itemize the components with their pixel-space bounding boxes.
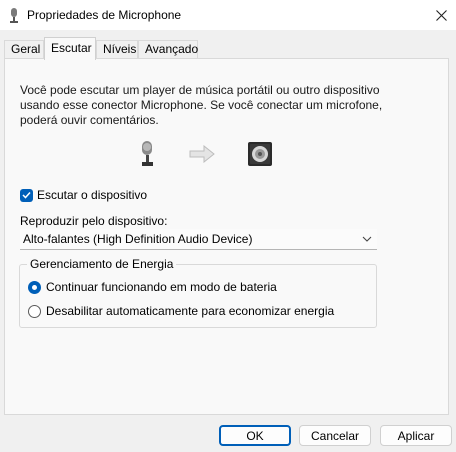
microphone-icon <box>10 8 18 23</box>
tab-avancado[interactable]: Avançado <box>138 40 198 59</box>
title-bar: Propriedades de Microphone <box>0 0 456 30</box>
radio-continue-on-battery[interactable]: Continuar funcionando em modo de bateria <box>28 279 277 295</box>
apply-button[interactable]: Aplicar <box>380 425 452 446</box>
listen-panel: Você pode escutar um player de música po… <box>4 58 449 415</box>
radio-button[interactable] <box>28 304 41 318</box>
chevron-down-icon <box>362 236 372 242</box>
close-button[interactable] <box>426 0 456 30</box>
checkmark-icon <box>22 191 31 199</box>
tab-geral[interactable]: Geral <box>4 40 44 59</box>
tab-strip: Geral Escutar Níveis Avançado <box>0 37 456 60</box>
radio-label: Continuar funcionando em modo de bateria <box>46 280 277 294</box>
playback-device-value: Alto-falantes (High Definition Audio Dev… <box>23 232 253 246</box>
arrow-right-icon <box>189 145 215 163</box>
close-icon <box>435 9 447 21</box>
power-management-title: Gerenciamento de Energia <box>27 257 177 271</box>
playback-device-select[interactable]: Alto-falantes (High Definition Audio Dev… <box>20 229 377 250</box>
tab-escutar[interactable]: Escutar <box>44 37 96 60</box>
ok-button[interactable]: OK <box>219 425 291 446</box>
listen-checkbox[interactable] <box>20 188 33 202</box>
playback-device-label: Reproduzir pelo dispositivo: <box>20 214 168 228</box>
power-management-group: Gerenciamento de Energia Continuar funci… <box>19 257 377 328</box>
speaker-icon <box>248 142 272 166</box>
listen-checkbox-label: Escutar o dispositivo <box>37 188 148 202</box>
listen-checkbox-row[interactable]: Escutar o dispositivo <box>20 187 147 203</box>
microphone-icon <box>142 141 153 166</box>
tab-niveis[interactable]: Níveis <box>96 40 138 59</box>
radio-label: Desabilitar automaticamente para economi… <box>46 304 335 318</box>
window-title: Propriedades de Microphone <box>27 8 182 22</box>
cancel-button[interactable]: Cancelar <box>299 425 371 446</box>
radio-auto-disable[interactable]: Desabilitar automaticamente para economi… <box>28 303 334 319</box>
radio-button-selected[interactable] <box>28 280 41 294</box>
listen-description: Você pode escutar um player de música po… <box>20 83 383 127</box>
